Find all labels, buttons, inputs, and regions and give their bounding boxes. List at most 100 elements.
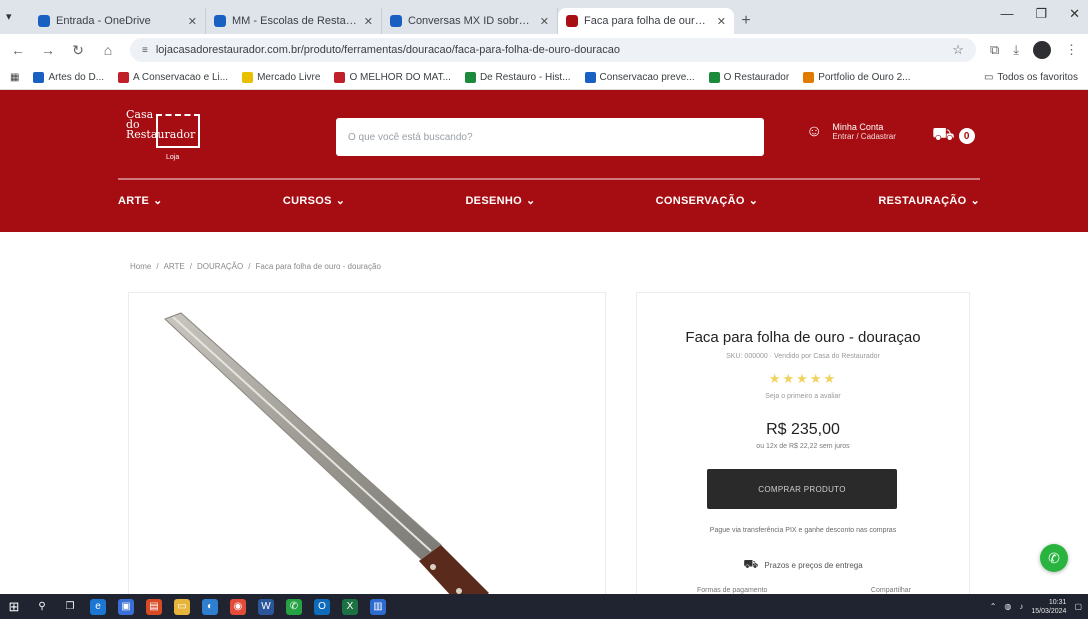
- rating-stars-icon: ★★★★★: [768, 371, 838, 386]
- store-icon[interactable]: ▣: [118, 598, 134, 615]
- excel-icon[interactable]: X: [342, 598, 358, 615]
- search-input[interactable]: O que você está buscando?: [336, 118, 764, 156]
- search-placeholder: O que você está buscando?: [348, 131, 473, 143]
- nav-item-restauracao[interactable]: RESTAURAÇÃO ⌄: [878, 194, 980, 208]
- bookmark-item[interactable]: De Restauro - Hist...: [464, 72, 571, 83]
- browser-tab[interactable]: Conversas MX ID sobre... ✕: [382, 8, 558, 34]
- system-tray: ⌃ ◍ ♪ 10:31 15/03/2024 ▢: [990, 598, 1082, 616]
- product-footer: Formas de pagamento Compartilhar: [697, 587, 911, 594]
- bookmark-item[interactable]: Mercado Livre: [242, 72, 320, 83]
- minimize-icon[interactable]: —: [1000, 6, 1013, 22]
- nav-item-conservacao[interactable]: CONSERVAÇÃO ⌄: [656, 194, 759, 208]
- outlook-icon[interactable]: O: [314, 598, 330, 615]
- nav-item-desenho[interactable]: DESENHO ⌄: [465, 194, 535, 208]
- search-icon[interactable]: ⚲: [34, 599, 50, 615]
- close-tab-icon[interactable]: ✕: [540, 15, 549, 28]
- clock[interactable]: 10:31 15/03/2024: [1031, 598, 1066, 616]
- nav-label: CURSOS: [282, 194, 332, 207]
- edge-icon[interactable]: e: [90, 598, 106, 615]
- all-bookmarks-item[interactable]: ▭ Todos os favoritos: [984, 72, 1078, 83]
- product-image-card[interactable]: [128, 292, 606, 602]
- browser-tab[interactable]: MM - Escolas de Restauro... ✕: [206, 8, 382, 34]
- cart-button[interactable]: ⛟ 0: [932, 124, 975, 148]
- cart-icon: ⛟: [932, 124, 955, 144]
- profile-avatar[interactable]: [1033, 41, 1051, 59]
- back-icon[interactable]: ←: [10, 42, 26, 58]
- maximize-icon[interactable]: ❐: [1035, 6, 1047, 22]
- apps-icon[interactable]: ▦: [10, 72, 19, 83]
- delivery-link[interactable]: ⛟ Prazos e preços de entrega: [637, 557, 969, 573]
- new-tab-icon[interactable]: +: [734, 8, 758, 34]
- bookmark-item[interactable]: A Conservacao e Li...: [118, 72, 228, 83]
- url-bar[interactable]: ≡ lojacasadorestaurador.com.br/produto/f…: [130, 38, 976, 62]
- account-link[interactable]: ☺ Minha Conta Entrar / Cadastrar: [806, 122, 896, 141]
- menu-dots-icon[interactable]: ⋮: [1065, 42, 1078, 58]
- breadcrumb-link[interactable]: DOURAÇÃO: [197, 262, 243, 271]
- close-tab-icon[interactable]: ✕: [364, 15, 373, 28]
- bookmark-item[interactable]: Artes do D...: [33, 72, 104, 83]
- downloads-icon[interactable]: ⤓: [1013, 42, 1019, 58]
- chevron-down-icon: ⌄: [970, 195, 980, 207]
- tab-title: Entrada - OneDrive: [56, 15, 151, 27]
- whatsapp-chat-button[interactable]: ✆: [1040, 544, 1068, 572]
- bookmark-label: Mercado Livre: [257, 72, 321, 83]
- tray-chevron-icon[interactable]: ⌃: [990, 602, 997, 611]
- office-icon[interactable]: ▤: [146, 598, 162, 615]
- close-tab-icon[interactable]: ✕: [188, 15, 197, 28]
- account-title: Minha Conta: [832, 122, 884, 132]
- site-logo[interactable]: Casa do Restaurador Loja: [126, 109, 206, 162]
- bookmark-label: O MELHOR DO MAT...: [349, 72, 451, 83]
- breadcrumb-link[interactable]: ARTE: [164, 262, 185, 271]
- network-icon[interactable]: ◍: [1004, 602, 1011, 611]
- home-icon[interactable]: ⌂: [100, 42, 116, 58]
- nav-item-arte[interactable]: ARTE ⌄: [118, 194, 163, 208]
- whatsapp-app-icon[interactable]: ✆: [286, 598, 302, 615]
- file-explorer-icon[interactable]: ▭: [174, 598, 190, 615]
- tab-search-icon[interactable]: ▾: [6, 10, 20, 24]
- bookmark-favicon-icon: [118, 72, 130, 83]
- bookmark-item[interactable]: O Restaurador: [708, 72, 789, 83]
- word-icon[interactable]: W: [258, 598, 274, 615]
- reload-icon[interactable]: ↻: [70, 42, 86, 59]
- bookmark-item[interactable]: Conservacao preve...: [584, 72, 695, 83]
- tab-strip: ▾ Entrada - OneDrive ✕ MM - Escolas de R…: [0, 0, 1088, 34]
- chrome-icon[interactable]: ◉: [230, 598, 246, 615]
- browser-tab-active[interactable]: Faca para folha de ouro - dou... ✕: [558, 8, 734, 34]
- installments-text: ou 12x de R$ 22,22 sem juros: [756, 443, 850, 450]
- logo-frame: [156, 114, 200, 148]
- bookmarks-bar: ▦ Artes do D... A Conservacao e Li... Me…: [0, 66, 1088, 90]
- bookmark-label: De Restauro - Hist...: [479, 72, 571, 83]
- tab-favicon-icon: [390, 15, 402, 27]
- start-icon[interactable]: ⊞: [6, 599, 22, 615]
- browser-tab[interactable]: Entrada - OneDrive ✕: [30, 8, 206, 34]
- task-view-icon[interactable]: ❐: [62, 599, 78, 615]
- breadcrumb-separator: /: [156, 262, 159, 271]
- close-tab-icon[interactable]: ✕: [717, 15, 726, 28]
- close-window-icon[interactable]: ✕: [1069, 6, 1080, 22]
- breadcrumb-link[interactable]: Home: [130, 262, 151, 271]
- site-info-icon[interactable]: ≡: [142, 45, 148, 56]
- bookmark-item[interactable]: O MELHOR DO MAT...: [334, 72, 451, 83]
- payment-methods-link[interactable]: Formas de pagamento: [697, 587, 767, 594]
- browser-window: ▾ Entrada - OneDrive ✕ MM - Escolas de R…: [0, 0, 1088, 619]
- photos-icon[interactable]: ◐: [202, 598, 218, 615]
- bookmark-item[interactable]: Portfolio de Ouro 2...: [803, 72, 910, 83]
- delivery-label: Prazos e preços de entrega: [764, 560, 863, 570]
- nav-label: ARTE: [118, 194, 150, 207]
- forward-icon[interactable]: →: [40, 42, 56, 58]
- site-header: Casa do Restaurador Loja O que você está…: [0, 90, 1088, 232]
- remote-desktop-icon[interactable]: ▥: [370, 598, 386, 615]
- truck-icon: ⛟: [743, 557, 759, 571]
- nav-item-cursos[interactable]: CURSOS ⌄: [282, 194, 345, 208]
- extensions-icon[interactable]: ⧉: [990, 42, 999, 58]
- main-nav: ARTE ⌄ CURSOS ⌄ DESENHO ⌄ CONSERVAÇÃO ⌄ REST…: [118, 194, 980, 208]
- reviews-link[interactable]: Seja o primeiro a avaliar: [637, 393, 969, 400]
- buy-button[interactable]: COMPRAR PRODUTO: [707, 469, 897, 509]
- notifications-icon[interactable]: ▢: [1074, 602, 1082, 611]
- bookmark-star-icon[interactable]: ☆: [952, 42, 964, 58]
- breadcrumb-current: Faca para folha de ouro - douração: [255, 262, 381, 271]
- volume-icon[interactable]: ♪: [1019, 602, 1023, 611]
- tab-title: MM - Escolas de Restauro...: [232, 15, 358, 27]
- logo-sub: Loja: [166, 154, 180, 161]
- share-link[interactable]: Compartilhar: [871, 587, 911, 594]
